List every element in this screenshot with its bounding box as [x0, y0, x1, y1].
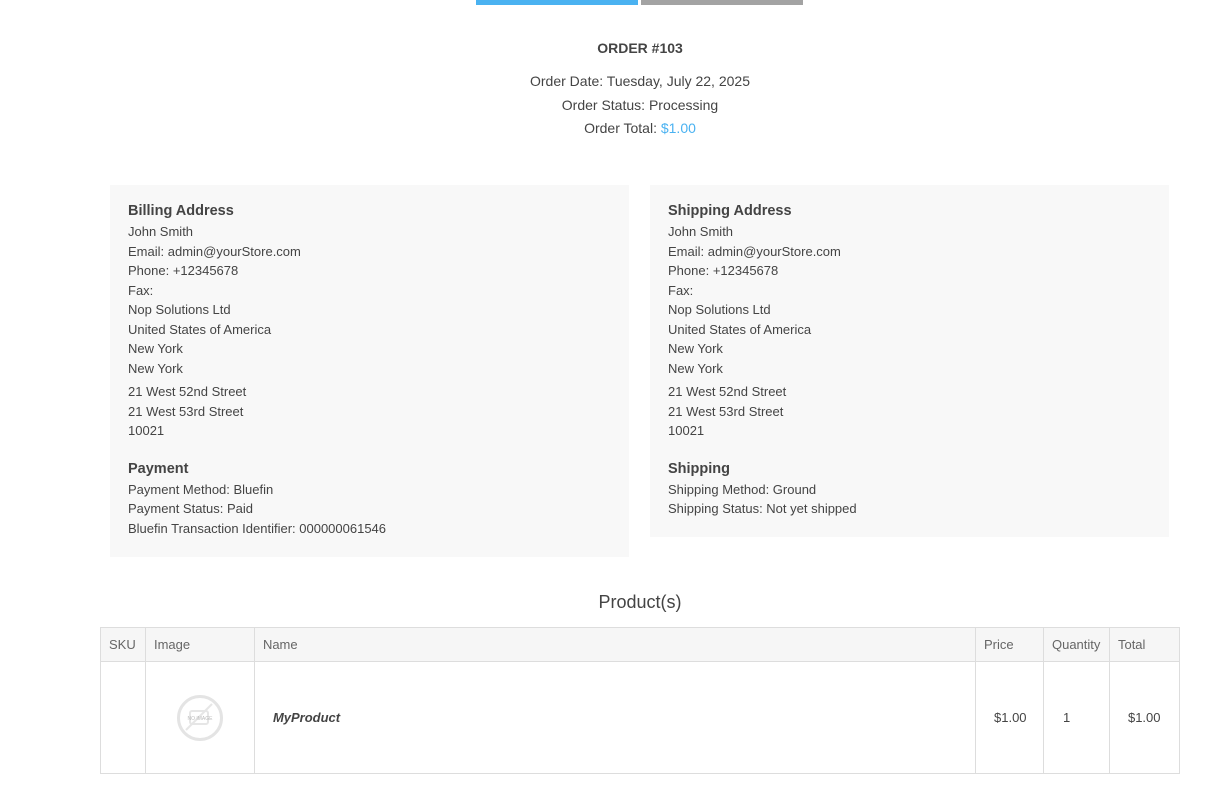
- column-header-name: Name: [253, 627, 977, 662]
- shipping-zip: 10021: [668, 423, 705, 438]
- billing-heading: Billing Address: [128, 203, 234, 219]
- payment-status: Payment Status: Paid: [128, 501, 254, 516]
- table-row: NO IMAGE MyProduct $1.00 1 $1.00: [100, 661, 1181, 774]
- shipping-method: Shipping Method: Ground: [668, 481, 817, 497]
- secondary-action-button[interactable]: [641, 0, 803, 5]
- product-name-link[interactable]: MyProduct: [263, 710, 340, 725]
- billing-email: Email: admin@yourStore.com: [128, 243, 301, 259]
- payment-transaction: Bluefin Transaction Identifier: 00000006…: [128, 520, 387, 536]
- shipping-company: Nop Solutions Ltd: [668, 302, 771, 317]
- svg-text:NO IMAGE: NO IMAGE: [187, 716, 213, 722]
- order-total-label: Order Total:: [584, 120, 661, 136]
- shipping-name: John Smith: [668, 224, 734, 239]
- column-header-total: Total: [1108, 627, 1181, 662]
- order-date: Order Date: Tuesday, July 22, 2025: [0, 72, 1230, 96]
- cell-image: NO IMAGE: [144, 661, 255, 774]
- order-status-label: Order Status:: [561, 96, 649, 113]
- cell-quantity: 1: [1042, 661, 1110, 774]
- billing-phone: Phone: +12345678: [128, 263, 239, 278]
- order-total: Order Total: $1.00: [0, 119, 1230, 143]
- products-table: SKU Image Name Price Quantity Total NO I…: [100, 627, 1181, 774]
- order-date-value: Tuesday, July 22, 2025: [606, 73, 750, 89]
- shipping-heading: Shipping: [668, 460, 731, 477]
- cell-price: $1.00: [975, 661, 1044, 774]
- column-header-sku: SKU: [100, 627, 146, 662]
- shipping-address-heading: Shipping Address: [668, 203, 792, 219]
- shipping-address2: 21 West 53rd Street: [668, 403, 784, 419]
- cell-name: MyProduct: [253, 661, 977, 774]
- column-header-image: Image: [144, 627, 255, 662]
- shipping-address1: 21 West 52nd Street: [668, 384, 787, 399]
- shipping-state: New York: [668, 341, 723, 356]
- order-date-label: Order Date:: [530, 73, 607, 89]
- billing-address1: 21 West 52nd Street: [128, 384, 247, 399]
- no-image-icon[interactable]: NO IMAGE: [176, 694, 223, 741]
- shipping-phone: Phone: +12345678: [668, 263, 779, 278]
- billing-country: United States of America: [128, 321, 272, 337]
- order-status-value: Processing: [648, 96, 719, 113]
- shipping-email: Email: admin@yourStore.com: [668, 243, 841, 259]
- shipping-status: Shipping Status: Not yet shipped: [668, 501, 857, 516]
- billing-state: New York: [128, 341, 183, 356]
- payment-method: Payment Method: Bluefin: [128, 481, 274, 497]
- products-title: Product(s): [598, 592, 682, 612]
- column-header-quantity: Quantity: [1042, 627, 1110, 662]
- products-header-row: SKU Image Name Price Quantity Total: [100, 627, 1181, 662]
- billing-fax: Fax:: [128, 282, 154, 298]
- billing-zip: 10021: [128, 423, 165, 438]
- shipping-info-panel: Shipping Address John Smith Email: admin…: [650, 185, 1169, 537]
- order-title: ORDER #103: [597, 40, 683, 56]
- cell-total: $1.00: [1108, 661, 1181, 774]
- billing-city: New York: [128, 360, 183, 376]
- cell-sku: [100, 661, 146, 774]
- payment-heading: Payment: [128, 460, 189, 477]
- shipping-city: New York: [668, 360, 723, 376]
- order-total-value: $1.00: [660, 120, 696, 136]
- column-header-price: Price: [975, 627, 1044, 662]
- primary-action-button[interactable]: [476, 0, 638, 5]
- shipping-country: United States of America: [668, 321, 812, 337]
- billing-company: Nop Solutions Ltd: [128, 302, 231, 317]
- billing-name: John Smith: [128, 224, 194, 239]
- shipping-fax: Fax:: [668, 282, 694, 298]
- billing-address2: 21 West 53rd Street: [128, 403, 244, 419]
- billing-info-panel: Billing Address John Smith Email: admin@…: [110, 185, 629, 557]
- order-status: Order Status: Processing: [0, 96, 1230, 120]
- order-overview: Order Date: Tuesday, July 22, 2025 Order…: [0, 72, 1230, 143]
